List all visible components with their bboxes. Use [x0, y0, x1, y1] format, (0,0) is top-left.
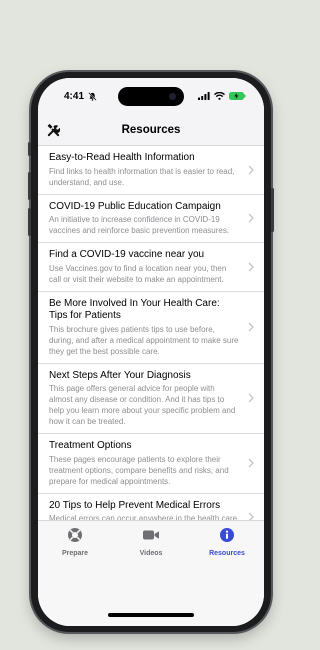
item-description: These pages encourage patients to explor…	[49, 454, 229, 486]
phone-frame: 4:41 Resources Easy-to-Read Health Infor…	[28, 72, 274, 632]
navigation-bar: Resources	[38, 114, 264, 146]
tab-bar: Prepare Videos Resources	[38, 520, 264, 626]
list-item[interactable]: Next Steps After Your Diagnosis This pag…	[38, 364, 264, 434]
chevron-right-icon	[248, 458, 254, 468]
tab-prepare[interactable]: Prepare	[45, 527, 105, 557]
item-title: Treatment Options	[49, 440, 132, 451]
item-description: Find links to health information that is…	[49, 166, 235, 187]
list-item[interactable]: Treatment Options These pages encourage …	[38, 434, 264, 494]
chevron-right-icon	[248, 262, 254, 272]
chevron-right-icon	[248, 213, 254, 223]
item-description: Use Vaccines.gov to find a location near…	[49, 263, 227, 284]
item-title: Be More Involved In Your Health Care: Ti…	[49, 297, 220, 322]
status-indicators	[198, 92, 246, 100]
tab-resources[interactable]: Resources	[197, 527, 257, 557]
video-camera-icon	[143, 530, 159, 540]
status-time: 4:41	[64, 91, 85, 102]
volume-down-button	[28, 208, 31, 236]
tab-label: Prepare	[61, 550, 89, 557]
chevron-right-icon	[248, 393, 254, 403]
item-title: Easy-to-Read Health Information	[49, 152, 195, 163]
status-bar: 4:41	[38, 78, 264, 114]
item-description: An initiative to increase confidence in …	[49, 215, 230, 235]
lifebuoy-icon	[68, 528, 82, 542]
tab-label: Resources	[209, 550, 245, 557]
item-title: Find a COVID-19 vaccine near you	[49, 249, 205, 260]
screen: 4:41 Resources Easy-to-Read Health Infor…	[38, 78, 264, 626]
bell-off-icon	[88, 92, 97, 101]
battery-charging-icon	[229, 92, 246, 100]
page-title: Resources	[121, 124, 181, 136]
item-title: 20 Tips to Help Prevent Medical Errors	[49, 499, 221, 511]
info-icon	[220, 528, 234, 542]
cellular-signal-icon	[198, 92, 210, 100]
list-item[interactable]: Find a COVID-19 vaccine near you Use Vac…	[38, 243, 264, 292]
volume-up-button	[28, 172, 31, 200]
home-indicator[interactable]	[108, 613, 194, 617]
mute-switch	[28, 142, 31, 156]
camera-dot	[169, 93, 176, 100]
resources-list: Easy-to-Read Health Information Find lin…	[38, 146, 264, 558]
list-item[interactable]: COVID-19 Public Education Campaign An in…	[38, 195, 264, 243]
chevron-right-icon	[248, 322, 254, 332]
list-item[interactable]: Be More Involved In Your Health Care: Ti…	[38, 292, 264, 364]
item-description: This page offers general advice for peop…	[49, 384, 236, 426]
list-item[interactable]: Easy-to-Read Health Information Find lin…	[38, 146, 264, 195]
tab-label: Videos	[139, 550, 163, 557]
item-title: Next Steps After Your Diagnosis	[49, 369, 191, 381]
tab-videos[interactable]: Videos	[121, 527, 181, 557]
item-description: This brochure gives patients tips to use…	[49, 324, 239, 356]
item-title: COVID-19 Public Education Campaign	[49, 200, 221, 212]
power-button	[271, 188, 274, 232]
chevron-right-icon	[248, 165, 254, 175]
dynamic-island	[118, 87, 184, 106]
wifi-icon	[214, 92, 225, 100]
